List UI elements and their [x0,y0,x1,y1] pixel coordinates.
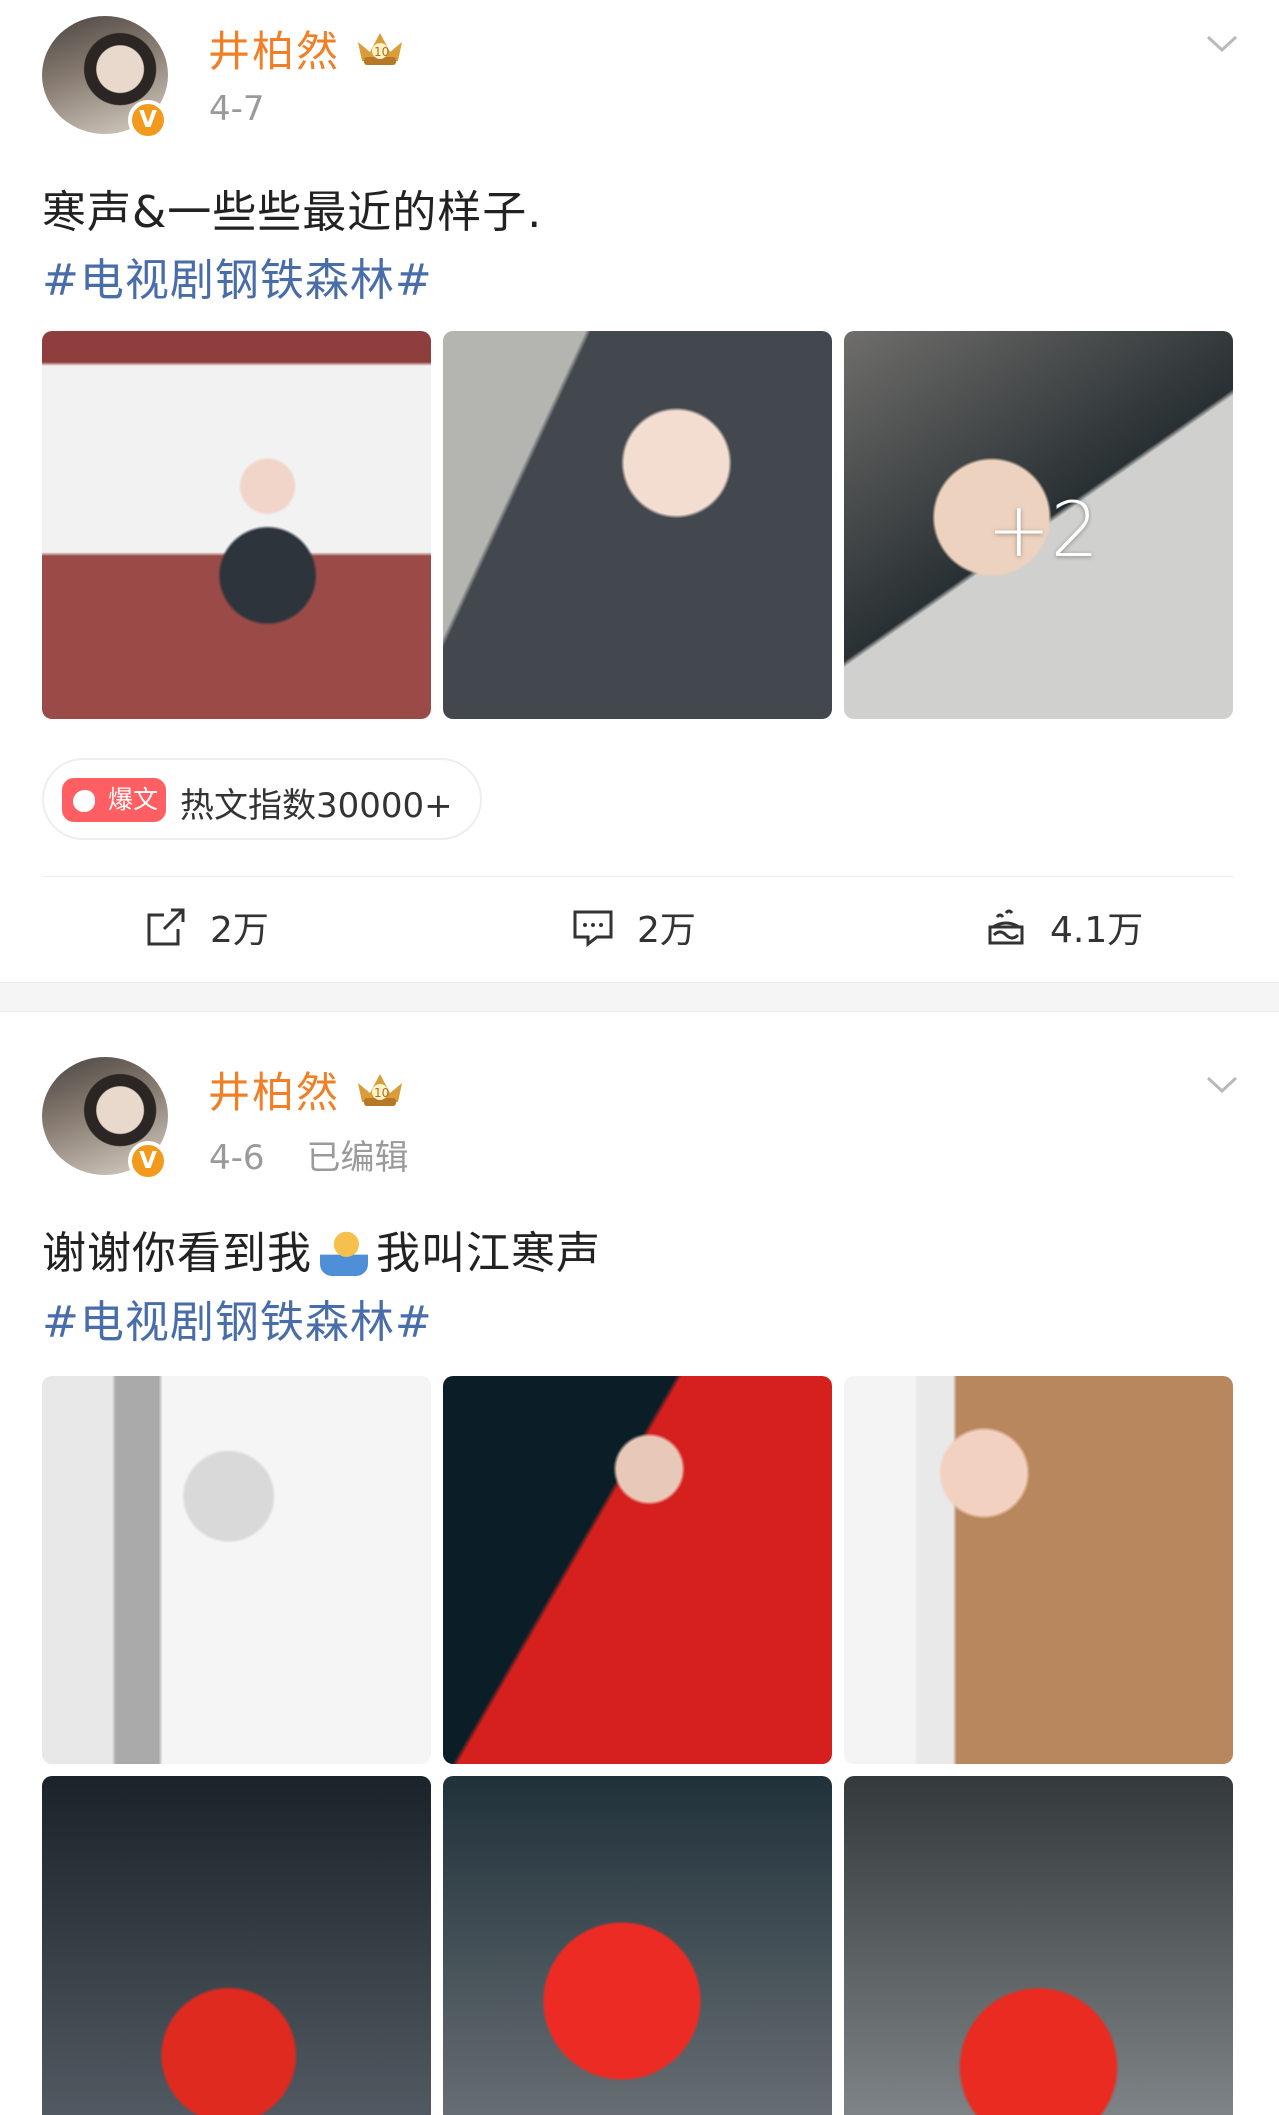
verified-badge: V [128,100,168,140]
weibo-post-2: V 井柏然 10 4-6 已编辑 谢谢你看到我 我叫江寒声 #电视剧钢铁森林# [0,1012,1279,2115]
comment-icon [573,910,613,948]
repost-icon [147,908,185,946]
feed-separator [0,982,1279,1012]
username[interactable]: 井柏然 [208,18,340,79]
post-text: 谢谢你看到我 我叫江寒声 [42,1217,601,1281]
hot-tag-label: 爆文 [108,785,159,814]
comment-count: 2万 [637,910,696,951]
chevron-down-icon[interactable] [1205,32,1239,54]
post-meta: 4-6 已编辑 [209,1130,409,1179]
hashtag-link[interactable]: #电视剧钢铁森林# [42,1286,433,1350]
post-photo[interactable] [443,1376,832,1764]
svg-text:10: 10 [374,1086,389,1100]
post-photo[interactable] [42,1376,431,1764]
post-time: 4-7 [209,89,265,129]
like-icon [988,909,1024,945]
weibo-post-1: V 井柏然 10 4-7 寒声&一些些最近的样子. #电视剧钢铁森林# +2 爆… [0,0,1279,982]
post-text-end: 我叫江寒声 [376,1228,601,1279]
fire-icon [73,790,95,812]
repost-count: 2万 [210,910,269,951]
raising-hand-emoji [320,1228,368,1276]
like-button[interactable]: 4.1万 [984,902,1143,952]
username[interactable]: 井柏然 [208,1059,340,1120]
photo-grid: +2 [42,331,1233,719]
comment-button[interactable]: 2万 [571,902,696,952]
like-count: 4.1万 [1050,910,1144,951]
action-divider [42,876,1234,877]
post-photo[interactable] [443,1776,832,2115]
verified-badge: V [128,1141,168,1181]
extra-photo-count: +2 [987,485,1100,574]
edited-label: 已编辑 [306,1138,409,1178]
chevron-down-icon[interactable] [1205,1073,1239,1095]
hot-tag: 爆文 [62,778,166,822]
post-text: 寒声&一些些最近的样子. [42,187,543,238]
photo-grid [42,1376,1233,2115]
repost-button[interactable]: 2万 [144,902,269,952]
post-photo[interactable] [844,1776,1233,2115]
post-photo[interactable] [42,331,431,719]
post-time: 4-6 [209,1138,265,1178]
hot-index-text: 热文指数30000+ [180,786,453,826]
post-text-start: 谢谢你看到我 [42,1228,312,1279]
hot-index-badge[interactable]: 爆文 热文指数30000+ [42,758,482,840]
post-photo-more[interactable]: +2 [844,331,1233,719]
svg-text:10: 10 [374,45,389,59]
crown-level-icon: 10 [358,33,402,65]
hashtag-link[interactable]: #电视剧钢铁森林# [42,244,433,308]
post-photo[interactable] [844,1376,1233,1764]
crown-level-icon: 10 [358,1074,402,1106]
post-photo[interactable] [42,1776,431,2115]
post-photo[interactable] [443,331,832,719]
